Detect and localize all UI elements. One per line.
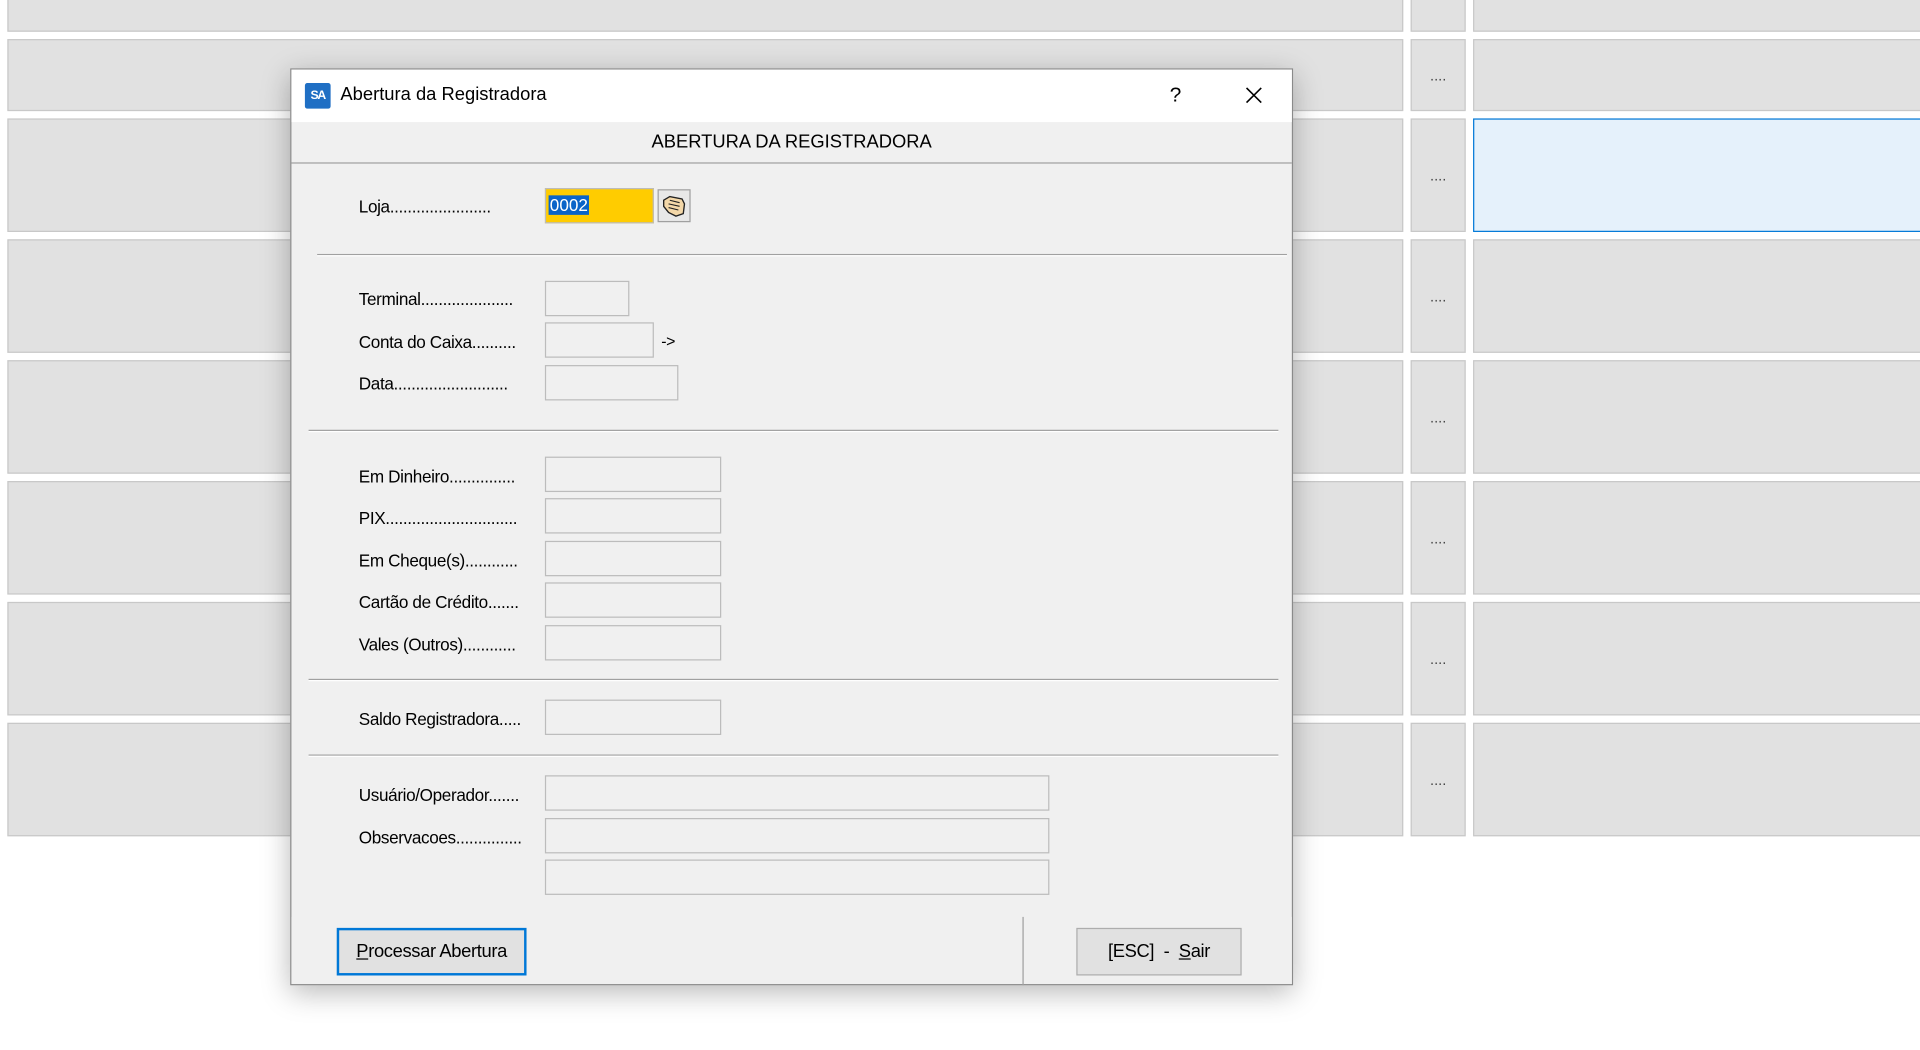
dialog-title: Abertura da Registradora xyxy=(340,84,547,105)
bg-tile-selected[interactable] xyxy=(1473,118,1920,232)
exit-label: air xyxy=(1190,941,1211,963)
em-dinheiro-label: Em Dinheiro............... xyxy=(358,466,516,486)
data-label: Data.......................... xyxy=(358,373,508,394)
pix-label: PIX.............................. xyxy=(358,507,518,528)
bg-row-button[interactable]: .... xyxy=(1410,601,1466,716)
separator xyxy=(308,754,1279,757)
observacoes-input-2[interactable] xyxy=(544,859,1050,895)
conta-arrow: -> xyxy=(661,332,676,351)
usuario-label: Usuário/Operador....... xyxy=(358,785,520,805)
saldo-label: Saldo Registradora..... xyxy=(358,709,521,729)
bg-row-button[interactable]: .... xyxy=(1410,722,1466,837)
usuario-input[interactable] xyxy=(544,775,1050,811)
row-button-label: .... xyxy=(1430,529,1447,547)
bg-tile[interactable] xyxy=(1473,39,1920,112)
bg-tile[interactable] xyxy=(1473,0,1920,32)
bg-row-button[interactable]: .... xyxy=(1410,481,1466,595)
loja-label: Loja....................... xyxy=(358,196,491,217)
row-button-label: .... xyxy=(1430,650,1447,668)
separator xyxy=(317,253,1287,257)
exit-button[interactable]: [ESC] - Sair xyxy=(1076,927,1242,976)
exit-prefix: [ESC] - xyxy=(1107,941,1179,963)
close-icon xyxy=(1245,87,1262,104)
form-header: ABERTURA DA REGISTRADORA xyxy=(291,122,1292,164)
bg-row-button[interactable]: .... xyxy=(1410,118,1466,232)
row-button-label: .... xyxy=(1430,166,1447,184)
stage: .... .... .... .... .... .... .... SA Ab… xyxy=(0,0,1920,1050)
conta-caixa-label: Conta do Caixa.......... xyxy=(358,332,516,352)
opening-dialog: SA Abertura da Registradora ? ABERTURA D… xyxy=(290,68,1294,986)
row-button-label: .... xyxy=(1430,66,1447,84)
bg-row-button[interactable] xyxy=(1410,0,1466,32)
lookup-hand-icon xyxy=(663,195,686,217)
vales-input[interactable] xyxy=(544,625,722,661)
process-mnemonic: P xyxy=(356,941,369,963)
process-label: rocessar Abertura xyxy=(368,941,507,963)
saldo-input[interactable] xyxy=(544,699,722,735)
bg-row-button[interactable]: .... xyxy=(1410,360,1466,474)
button-bar-divider xyxy=(1022,916,1024,986)
loja-input[interactable]: 0002 xyxy=(544,188,654,224)
row-button-label: .... xyxy=(1430,408,1447,426)
em-cheques-input[interactable] xyxy=(544,540,722,577)
em-cheques-label: Em Cheque(s)............ xyxy=(358,550,518,571)
bg-tile[interactable] xyxy=(1473,601,1920,716)
data-input[interactable] xyxy=(544,365,679,401)
bg-tile[interactable] xyxy=(1473,722,1920,837)
row-button-label: .... xyxy=(1430,770,1447,789)
help-button[interactable]: ? xyxy=(1151,77,1200,116)
vales-label: Vales (Outros)............ xyxy=(358,634,516,655)
loja-value: 0002 xyxy=(548,195,590,215)
em-dinheiro-input[interactable] xyxy=(544,456,722,493)
observacoes-label: Observacoes............... xyxy=(358,827,522,848)
cartao-credito-label: Cartão de Crédito....... xyxy=(358,592,519,612)
loja-lookup-button[interactable] xyxy=(657,189,691,223)
observacoes-input-1[interactable] xyxy=(544,818,1050,854)
row-button-label: .... xyxy=(1430,287,1447,305)
terminal-label: Terminal..................... xyxy=(358,289,514,309)
terminal-input[interactable] xyxy=(544,280,630,317)
app-icon: SA xyxy=(304,83,331,109)
cartao-credito-input[interactable] xyxy=(544,582,722,618)
close-button[interactable] xyxy=(1227,77,1281,116)
title-bar[interactable]: SA Abertura da Registradora ? xyxy=(291,69,1292,123)
bg-row-button[interactable]: .... xyxy=(1410,39,1466,112)
separator xyxy=(308,678,1279,682)
bg-tile[interactable] xyxy=(1473,360,1920,474)
bg-tile[interactable] xyxy=(1473,481,1920,595)
bg-row-button[interactable]: .... xyxy=(1410,239,1466,353)
process-opening-button[interactable]: Processar Abertura xyxy=(336,927,527,976)
conta-caixa-input[interactable] xyxy=(544,322,654,358)
exit-mnemonic: S xyxy=(1178,941,1191,963)
bg-tile[interactable] xyxy=(1473,239,1920,353)
bg-tile[interactable] xyxy=(7,0,1404,32)
separator xyxy=(308,429,1279,433)
pix-input[interactable] xyxy=(544,498,722,534)
